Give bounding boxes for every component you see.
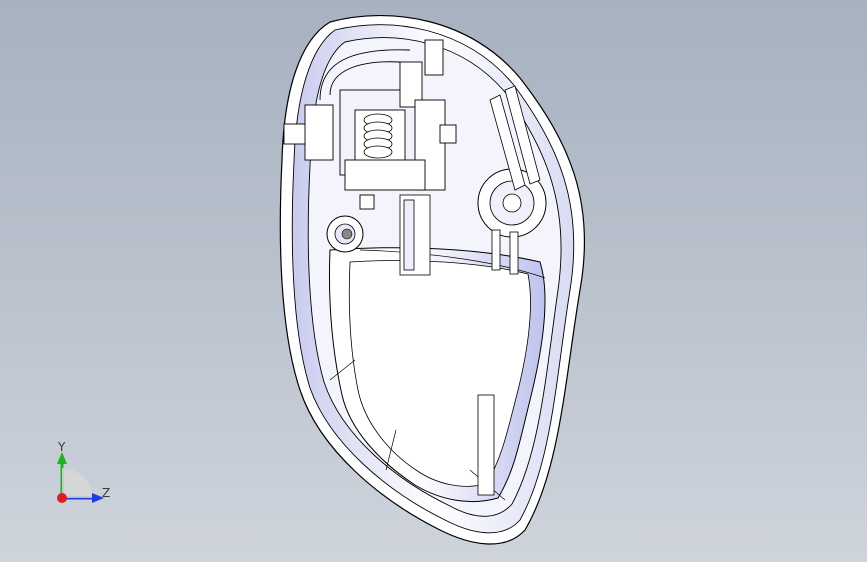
y-axis-label: Y <box>58 440 66 454</box>
z-axis-label: Z <box>102 486 111 500</box>
torsion-spring <box>363 113 393 159</box>
graphics-viewport[interactable]: Y Z <box>0 0 867 562</box>
x-axis-dot <box>57 493 67 503</box>
orientation-triad: Y Z <box>48 440 118 510</box>
triad-plane <box>62 468 92 498</box>
door-handle-model[interactable] <box>0 0 867 562</box>
